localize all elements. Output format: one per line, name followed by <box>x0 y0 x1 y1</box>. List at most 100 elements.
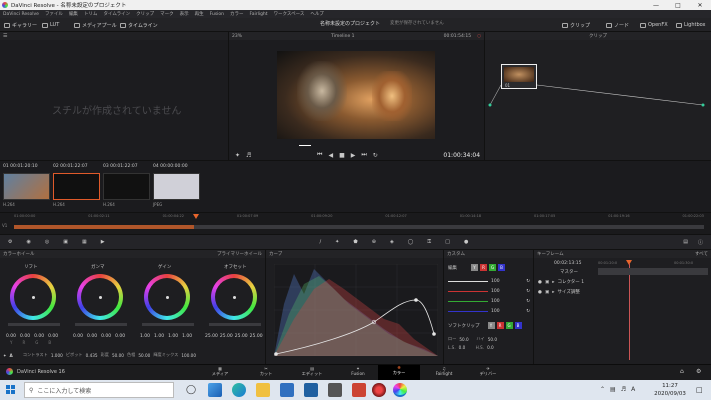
expand-icon[interactable]: ● <box>538 290 542 295</box>
file-explorer-icon[interactable] <box>256 383 270 397</box>
curve-control-point[interactable] <box>414 298 418 302</box>
lut-button[interactable]: LUT <box>42 22 59 28</box>
clip-menu-button[interactable]: クリップ <box>562 22 590 29</box>
auto-icon[interactable]: A <box>10 353 13 358</box>
skip-end-button[interactable]: ⏭ <box>361 151 366 159</box>
settings-gear-icon[interactable]: ⚙ <box>696 368 701 375</box>
auto-balance-icon[interactable]: ✦ <box>3 353 7 358</box>
ime-icon[interactable]: A <box>631 386 635 393</box>
lift-values[interactable]: 0.00 0.00 0.00 0.00 <box>6 334 58 339</box>
gamma-values[interactable]: 0.00 0.00 0.00 0.00 <box>73 334 125 339</box>
pivot-value[interactable]: 0.435 <box>86 353 98 358</box>
gain-values[interactable]: 1.00 1.00 1.00 1.00 <box>140 334 192 339</box>
wheels-mode-selector[interactable]: プライマリーホイール <box>217 251 262 257</box>
menu-item[interactable]: ファイル <box>45 11 63 17</box>
channel-b-toggle[interactable]: B <box>498 264 505 271</box>
wheel-handle[interactable] <box>98 295 102 299</box>
menu-item[interactable]: クリップ <box>136 11 154 17</box>
softclip-g-toggle[interactable]: G <box>505 322 513 329</box>
menu-item[interactable]: Fusion <box>210 12 224 17</box>
sizing-icon[interactable]: □ <box>445 239 450 245</box>
menu-item[interactable]: カラー <box>230 11 244 17</box>
color-match-icon[interactable]: ◉ <box>26 239 30 245</box>
timelines-button[interactable]: タイムライン <box>120 22 158 29</box>
menu-item[interactable]: トリム <box>84 11 98 17</box>
lock-icon[interactable]: ▣ <box>545 280 549 285</box>
gamma-master-slider[interactable] <box>75 323 127 326</box>
notification-icon[interactable]: □ <box>696 386 703 394</box>
magic-mask-icon[interactable]: ◈ <box>390 239 394 245</box>
home-icon[interactable]: ⌂ <box>680 368 684 375</box>
clip-thumbnail[interactable] <box>103 173 150 200</box>
curves-graph[interactable] <box>274 264 438 356</box>
gain-wheel[interactable] <box>144 274 190 320</box>
scrub-position[interactable] <box>299 145 311 146</box>
channel-g-toggle[interactable]: G <box>489 264 496 271</box>
tray-chevron-icon[interactable]: ⌃ <box>600 386 605 393</box>
b-intensity[interactable]: 100 <box>491 309 500 314</box>
channel-y-toggle[interactable]: Y <box>471 264 478 271</box>
motion-effects-icon[interactable]: ▶ <box>101 239 105 245</box>
track-expand-icon[interactable]: ▸ <box>552 290 554 295</box>
play-button[interactable]: ▶ <box>351 152 356 159</box>
mini-timeline[interactable]: 01:00:00:00 01:00:02:11 01:00:04:22 01:00:0… <box>0 212 711 234</box>
offset-values[interactable]: 25.00 25.00 25.00 25.00 <box>205 334 263 339</box>
media-pool-button[interactable]: メディアプール <box>74 22 117 29</box>
maximize-button[interactable]: □ <box>667 2 689 9</box>
key-icon[interactable]: ⚿ <box>427 239 431 245</box>
viewer-options-icon[interactable]: ○ <box>477 34 481 39</box>
speaker-icon[interactable]: ♬ <box>246 152 251 159</box>
clip-thumbnail-selected[interactable] <box>53 173 100 200</box>
tracker-icon[interactable]: ⊕ <box>372 239 376 245</box>
menu-item[interactable]: 編集 <box>69 11 78 17</box>
page-deliver[interactable]: ✈ デリバー <box>476 366 500 377</box>
store-icon[interactable] <box>280 383 294 397</box>
node-01[interactable]: 01 <box>501 64 537 89</box>
gamma-wheel[interactable] <box>77 274 123 320</box>
info-icon[interactable]: ⓘ <box>698 239 703 246</box>
reset-icon[interactable]: ↻ <box>526 289 530 294</box>
menu-item[interactable]: 再生 <box>195 11 204 17</box>
softclip-y-toggle[interactable]: Y <box>487 322 495 329</box>
hs-value[interactable]: 0.0 <box>487 345 494 350</box>
reset-icon[interactable]: ↻ <box>526 309 530 314</box>
saturation-value[interactable]: 50.00 <box>112 353 124 358</box>
qualifier-icon[interactable]: ✦ <box>335 239 339 245</box>
davinci-resolve-taskbar-icon[interactable] <box>393 383 407 397</box>
menu-item[interactable]: タイムライン <box>103 11 130 17</box>
menu-item[interactable]: マーク <box>160 11 174 17</box>
gain-master-slider[interactable] <box>142 323 194 326</box>
menu-item[interactable]: ワークスペース <box>274 11 305 17</box>
expand-icon[interactable]: ● <box>538 280 542 285</box>
keyframe-track[interactable]: ● ▣ ▸ サイズ調整 <box>538 289 580 296</box>
taskbar-clock[interactable]: 11:27 2020/09/03 <box>650 382 690 398</box>
timeline-selector[interactable]: Timeline 1 <box>331 34 354 39</box>
app-icon[interactable] <box>352 383 366 397</box>
start-button[interactable] <box>6 385 16 395</box>
keyframe-filter[interactable]: すべて <box>695 251 708 257</box>
menu-item[interactable]: DaVinci Resolve <box>3 12 39 17</box>
page-fairlight[interactable]: ♫ Fairlight <box>432 366 456 376</box>
page-color[interactable]: ❋ カラー <box>378 365 420 381</box>
app-icon[interactable] <box>328 383 342 397</box>
hue-value[interactable]: 50.00 <box>138 353 150 358</box>
page-fusion[interactable]: ✦ Fusion <box>346 366 370 376</box>
close-button[interactable]: ✕ <box>689 2 711 9</box>
ls-value[interactable]: 0.0 <box>459 345 473 350</box>
volume-icon[interactable]: ♬ <box>621 386 626 393</box>
page-edit[interactable]: ▤ エディット <box>300 366 324 377</box>
softclip-b-toggle[interactable]: B <box>514 322 522 329</box>
blur-icon[interactable]: ◯ <box>408 239 414 245</box>
curves-icon[interactable]: ∕ <box>319 239 321 245</box>
record-app-icon[interactable] <box>372 383 386 397</box>
lock-icon[interactable]: ▣ <box>545 290 549 295</box>
track-expand-icon[interactable]: ▸ <box>552 280 554 285</box>
eyedropper-icon[interactable]: ✦ <box>235 152 240 159</box>
lightbox-button[interactable]: Lightbox <box>676 22 706 28</box>
3d-icon[interactable]: ● <box>464 239 468 245</box>
task-view-button-icon[interactable] <box>208 383 222 397</box>
mail-icon[interactable] <box>304 383 318 397</box>
y-intensity[interactable]: 100 <box>491 279 500 284</box>
loop-button[interactable]: ↻ <box>373 152 378 159</box>
menu-item[interactable]: ヘルプ <box>310 11 324 17</box>
